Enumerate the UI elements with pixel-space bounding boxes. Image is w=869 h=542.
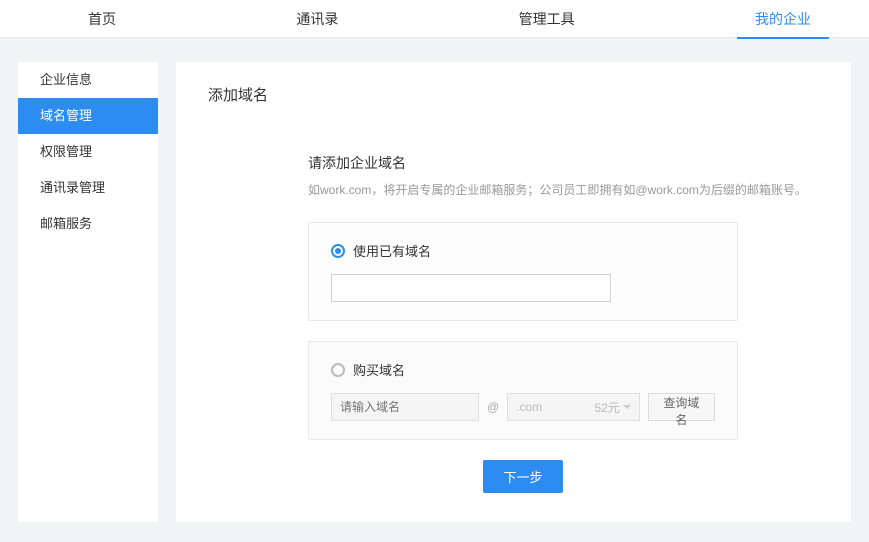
tld-price: 52元 — [595, 399, 620, 416]
radio-buy-icon — [331, 363, 345, 377]
top-nav: 首页 通讯录 管理工具 我的企业 — [0, 0, 869, 38]
top-nav-items: 首页 通讯录 管理工具 我的企业 — [0, 1, 869, 37]
next-button-wrap: 下一步 — [308, 460, 738, 493]
main-panel: 添加域名 请添加企业域名 如work.com，将开启专属的企业邮箱服务；公司员工… — [176, 62, 851, 522]
page-title: 添加域名 — [208, 84, 819, 105]
sidebar-item-contacts-manage[interactable]: 通讯录管理 — [18, 170, 158, 206]
section-title: 请添加企业域名 — [308, 153, 819, 173]
topnav-home[interactable]: 首页 — [70, 1, 134, 37]
buy-domain-row: @ .com 52元 查询域名 — [331, 393, 715, 421]
sidebar-item-domain-manage[interactable]: 域名管理 — [18, 98, 158, 134]
add-domain-section: 请添加企业域名 如work.com，将开启专属的企业邮箱服务；公司员工即拥有如@… — [208, 153, 819, 493]
option-buy-panel: 购买域名 @ .com 52元 查询域名 — [308, 341, 738, 440]
sidebar: 企业信息 域名管理 权限管理 通讯录管理 邮箱服务 — [18, 62, 158, 522]
radio-existing-icon — [331, 244, 345, 258]
option-existing-header[interactable]: 使用已有域名 — [331, 241, 715, 260]
buy-domain-input[interactable] — [331, 393, 479, 421]
sidebar-item-enterprise-info[interactable]: 企业信息 — [18, 62, 158, 98]
chevron-down-icon — [623, 405, 631, 409]
option-existing-label: 使用已有域名 — [353, 241, 431, 260]
query-domain-button[interactable]: 查询域名 — [648, 393, 715, 421]
existing-domain-input[interactable] — [331, 274, 611, 302]
at-sign: @ — [487, 400, 499, 414]
option-existing-panel: 使用已有域名 — [308, 222, 738, 321]
sidebar-item-mail-service[interactable]: 邮箱服务 — [18, 206, 158, 242]
section-desc: 如work.com，将开启专属的企业邮箱服务；公司员工即拥有如@work.com… — [308, 181, 819, 198]
next-button[interactable]: 下一步 — [483, 460, 562, 493]
option-buy-header[interactable]: 购买域名 — [331, 360, 715, 379]
tld-select[interactable]: .com 52元 — [507, 393, 640, 421]
tld-value: .com — [516, 400, 542, 414]
topnav-tools[interactable]: 管理工具 — [501, 1, 593, 37]
topnav-contacts[interactable]: 通讯录 — [278, 1, 356, 37]
option-buy-label: 购买域名 — [353, 360, 405, 379]
sidebar-item-permission-manage[interactable]: 权限管理 — [18, 134, 158, 170]
topnav-my-enterprise[interactable]: 我的企业 — [737, 1, 829, 37]
